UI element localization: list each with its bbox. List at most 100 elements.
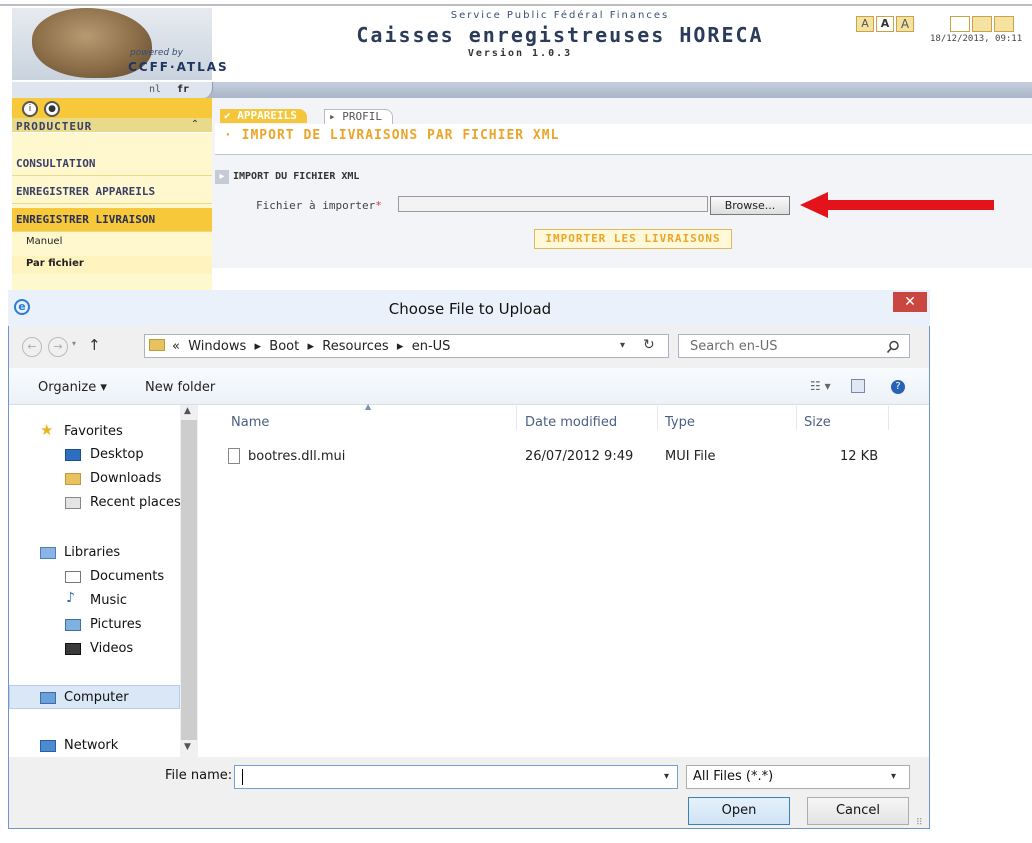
new-folder-button[interactable]: New folder <box>145 380 215 395</box>
file-name-input[interactable] <box>234 765 678 789</box>
documents-icon <box>65 571 81 583</box>
forward-button[interactable]: → <box>48 337 68 357</box>
sidebar-subitem-par-fichier[interactable]: Par fichier <box>26 258 84 269</box>
nav-documents[interactable]: Documents <box>90 569 164 584</box>
file-type: MUI File <box>665 449 716 464</box>
address-dropdown-icon[interactable]: ▾ <box>620 340 625 351</box>
file-icon <box>228 448 240 464</box>
lang-nl-link[interactable]: nl <box>149 84 161 95</box>
preview-pane-icon[interactable] <box>851 379 865 393</box>
datetime: 18/12/2013, 09:11 <box>930 34 1023 44</box>
downloads-icon <box>65 473 81 485</box>
sidebar-item-enregistrer-appareils[interactable]: ENREGISTRER APPAREILS <box>12 180 212 204</box>
column-name[interactable]: Name <box>231 415 269 430</box>
file-date: 26/07/2012 9:49 <box>525 449 634 464</box>
star-icon: ★ <box>40 421 54 439</box>
text-caret <box>242 769 243 785</box>
check-icon: ✔ <box>224 109 238 122</box>
nav-music[interactable]: Music <box>90 593 127 608</box>
column-divider <box>657 406 658 430</box>
nav-favorites[interactable]: Favorites <box>64 424 123 439</box>
scroll-up-icon[interactable]: ▲ <box>184 406 191 416</box>
file-name-label: File name: <box>165 768 233 783</box>
producer-label: PRODUCTEUR <box>16 120 93 133</box>
breadcrumb[interactable]: « Windows ▸ Boot ▸ Resources ▸ en-US <box>172 339 450 354</box>
help-icon[interactable]: ? <box>891 380 905 394</box>
top-rule <box>0 4 1032 6</box>
column-date-modified[interactable]: Date modified <box>525 415 617 430</box>
import-button[interactable]: IMPORTER LES LIVRAISONS <box>534 229 732 249</box>
file-field-label-text: Fichier à importer <box>256 199 376 212</box>
tab-appareils[interactable]: ✔ APPAREILS <box>220 109 307 123</box>
page-title: · IMPORT DE LIVRAISONS PAR FICHIER XML <box>224 128 560 143</box>
ie-icon: e <box>14 299 30 315</box>
view-options-icon[interactable]: ☷ ▾ <box>810 379 831 393</box>
file-name[interactable]: bootres.dll.mui <box>248 449 345 464</box>
computer-icon <box>40 692 56 704</box>
info-icon[interactable]: i <box>22 101 38 117</box>
layout-wide-button[interactable] <box>994 16 1014 32</box>
user-icon[interactable]: ● <box>44 101 60 117</box>
recent-locations-dropdown-icon[interactable]: ▾ <box>72 339 76 348</box>
file-size: 12 KB <box>840 449 879 464</box>
file-name-dropdown-icon[interactable]: ▾ <box>664 771 669 782</box>
open-button[interactable]: Open <box>688 797 790 825</box>
nav-videos[interactable]: Videos <box>90 641 133 656</box>
back-button[interactable]: ← <box>22 337 42 357</box>
nav-network[interactable]: Network <box>64 738 118 753</box>
nav-scrollbar-thumb[interactable] <box>181 420 197 740</box>
sidebar-subitem-manuel[interactable]: Manuel <box>26 236 62 247</box>
videos-icon <box>65 643 81 655</box>
ccff-atlas-logo: CCFF·ATLAS <box>128 60 229 74</box>
organize-menu[interactable]: Organize ▾ <box>38 380 107 395</box>
column-divider <box>888 406 889 430</box>
font-size-medium-button[interactable]: A <box>876 16 894 32</box>
font-size-large-button[interactable]: A <box>896 16 914 32</box>
cancel-button[interactable]: Cancel <box>807 797 909 825</box>
up-arrow-icon[interactable]: ↑ <box>88 336 101 354</box>
search-placeholder: Search en-US <box>690 339 778 354</box>
column-size[interactable]: Size <box>804 415 831 430</box>
font-size-small-button[interactable]: A <box>856 16 874 32</box>
tab-profil[interactable]: ▸ PROFIL <box>324 109 393 125</box>
layout-narrow-button[interactable] <box>950 16 970 32</box>
file-type-value: All Files (*.*) <box>693 769 774 784</box>
sidebar-item-enregistrer-livraison[interactable]: ENREGISTRER LIVRAISON <box>12 208 212 232</box>
close-button[interactable]: ✕ <box>893 292 927 312</box>
nav-desktop[interactable]: Desktop <box>90 447 144 462</box>
collapse-toggle[interactable]: ⌃ <box>184 118 206 132</box>
pictures-icon <box>65 619 81 631</box>
file-field-label: Fichier à importer* <box>256 199 382 212</box>
tab-profil-label: PROFIL <box>342 110 382 123</box>
scroll-down-icon[interactable]: ▼ <box>184 742 191 752</box>
chevron-right-icon: ▸ <box>329 110 343 123</box>
nav-computer[interactable]: Computer <box>64 690 129 705</box>
tab-appareils-label: APPAREILS <box>237 109 297 122</box>
powered-by-text: powered by <box>130 48 183 58</box>
nav-downloads[interactable]: Downloads <box>90 471 161 486</box>
recent-places-icon <box>65 497 81 509</box>
browse-button[interactable]: Browse... <box>710 196 790 215</box>
dialog-title: Choose File to Upload <box>388 300 552 318</box>
nav-recent-places[interactable]: Recent places <box>90 495 181 510</box>
nav-pictures[interactable]: Pictures <box>90 617 141 632</box>
column-divider <box>516 406 517 430</box>
app-version: Version 1.0.3 <box>467 48 573 59</box>
required-mark: * <box>375 199 382 212</box>
section-chevron-icon: ▸ <box>215 170 229 184</box>
refresh-icon[interactable]: ↻ <box>643 337 655 353</box>
lang-fr-link[interactable]: fr <box>177 84 189 95</box>
sort-ascending-icon: ▲ <box>365 402 372 411</box>
column-divider <box>796 406 797 430</box>
desktop-icon <box>65 449 81 461</box>
file-type-dropdown-icon[interactable]: ▾ <box>891 771 896 782</box>
search-icon[interactable] <box>886 340 900 354</box>
section-title: IMPORT DU FICHIER XML <box>233 171 360 182</box>
sidebar-item-consultation[interactable]: CONSULTATION <box>12 152 212 176</box>
folder-icon <box>149 339 165 351</box>
resize-grip-icon[interactable]: ⠿ <box>916 818 923 828</box>
layout-medium-button[interactable] <box>972 16 992 32</box>
file-path-input[interactable] <box>398 196 708 212</box>
column-type[interactable]: Type <box>665 415 695 430</box>
nav-libraries[interactable]: Libraries <box>64 545 120 560</box>
